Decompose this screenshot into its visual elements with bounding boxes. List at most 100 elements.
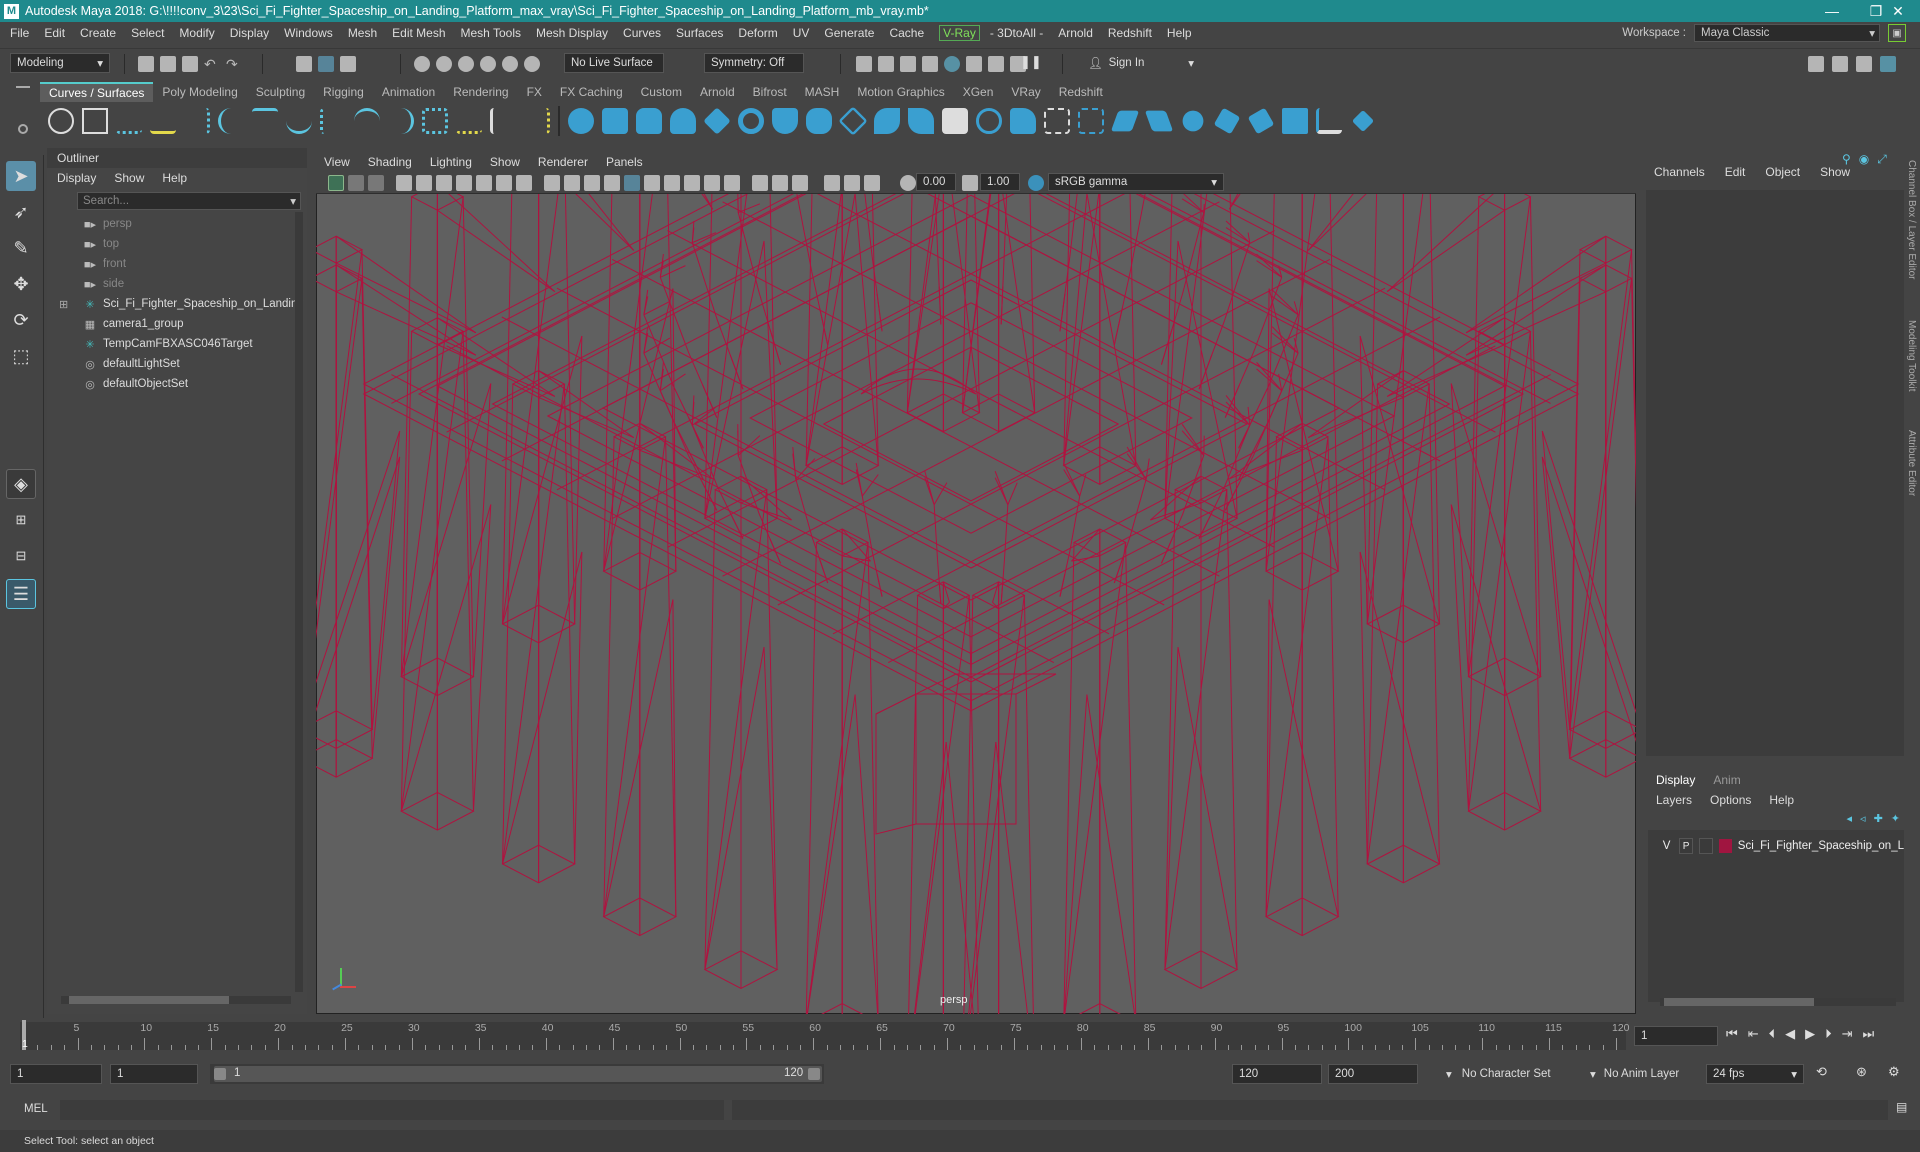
channel-menu-channels[interactable]: Channels xyxy=(1654,165,1705,179)
tab-poly-modeling[interactable]: Poly Modeling xyxy=(153,82,246,102)
tab-channel-box-layer-editor[interactable]: Channel Box / Layer Editor xyxy=(1906,160,1917,280)
detach-curves-icon[interactable] xyxy=(320,108,346,134)
outliner-item[interactable]: ■▸ persp xyxy=(47,214,307,234)
snap-curve-icon[interactable] xyxy=(436,56,452,72)
animation-end-field[interactable]: 200 xyxy=(1328,1064,1418,1084)
tab-modeling-toolkit[interactable]: Modeling Toolkit xyxy=(1906,320,1917,392)
go-to-start-icon[interactable]: ⏮ xyxy=(1726,1026,1738,1042)
channel-menu-object[interactable]: Object xyxy=(1765,165,1800,179)
nurbs-cone-icon[interactable] xyxy=(670,108,696,134)
select-component-icon[interactable] xyxy=(340,56,356,72)
render-settings-icon[interactable] xyxy=(922,56,938,72)
four-view-layout-icon[interactable]: ⊞ xyxy=(6,505,36,535)
exposure-icon[interactable] xyxy=(900,175,916,191)
outliner-item[interactable]: ◎ defaultObjectSet xyxy=(47,374,307,394)
tab-custom[interactable]: Custom xyxy=(632,82,691,102)
resolution-gate-icon[interactable] xyxy=(496,175,512,191)
single-perspective-layout-icon[interactable]: ◈ xyxy=(6,469,36,499)
loop-icon[interactable]: ⟲ xyxy=(1816,1064,1827,1080)
menu-edit-mesh[interactable]: Edit Mesh xyxy=(392,26,445,40)
range-slider-track[interactable]: 1 120 xyxy=(210,1064,824,1084)
bookmarks-icon[interactable] xyxy=(368,175,384,191)
bend-curve-icon[interactable] xyxy=(490,108,516,134)
textured-icon[interactable] xyxy=(664,175,680,191)
lock-icon[interactable]: ▣ xyxy=(1888,24,1906,42)
channel-menu-show[interactable]: Show xyxy=(1820,165,1850,179)
field-chart-icon[interactable] xyxy=(544,175,560,191)
color-space-dropdown[interactable]: sRGB gamma ▾ xyxy=(1048,173,1224,191)
nurbs-torus-icon[interactable] xyxy=(738,108,764,134)
snap-magnet-icon[interactable] xyxy=(524,56,540,72)
wireframe-on-shaded-icon[interactable] xyxy=(644,175,660,191)
ep-curve-tool-icon[interactable] xyxy=(150,108,176,134)
save-scene-icon[interactable] xyxy=(182,56,198,72)
attribute-editor-toggle-icon[interactable] xyxy=(1856,56,1872,72)
tab-rendering[interactable]: Rendering xyxy=(444,82,517,102)
playback-start-field[interactable]: 1 xyxy=(110,1064,198,1084)
nurbs-square-icon[interactable] xyxy=(82,108,108,134)
menu-create[interactable]: Create xyxy=(80,26,116,40)
animation-preferences-icon[interactable]: ⚙ xyxy=(1888,1064,1900,1080)
rebuild-curve-icon[interactable] xyxy=(422,108,448,134)
outliner-hscrollbar[interactable] xyxy=(61,996,291,1004)
snap-grid-icon[interactable] xyxy=(414,56,430,72)
menu-vray[interactable]: V-Ray xyxy=(939,25,980,41)
expand-icon[interactable]: ⊞ xyxy=(59,298,68,311)
smooth-shade-icon[interactable] xyxy=(624,175,640,191)
tab-fx-caching[interactable]: FX Caching xyxy=(551,82,632,102)
shadows-icon[interactable] xyxy=(704,175,720,191)
layer-hscrollbar[interactable] xyxy=(1660,998,1896,1006)
detach-surfaces-icon[interactable] xyxy=(1213,107,1241,135)
menu-cache[interactable]: Cache xyxy=(889,26,924,40)
render-frame-icon[interactable] xyxy=(878,56,894,72)
vray-render-icon[interactable] xyxy=(966,56,982,72)
tab-display-layers[interactable]: Display xyxy=(1656,773,1695,787)
pencil-curve-tool-icon[interactable] xyxy=(184,108,210,134)
expand-icon[interactable]: ⤢ xyxy=(1877,152,1887,166)
modeling-toolkit-toggle-icon[interactable] xyxy=(1808,56,1824,72)
snap-view-plane-icon[interactable] xyxy=(480,56,496,72)
play-forward-icon[interactable]: ▶ xyxy=(1805,1026,1815,1042)
time-slider-track[interactable]: 5 10 15 20 25 30 35 40 45 50 55 60 65 70 75 80 85 90 95 100… xyxy=(20,1022,1630,1050)
range-end-grip[interactable] xyxy=(808,1068,820,1080)
step-back-key-icon[interactable]: ⇤ xyxy=(1748,1026,1759,1042)
untrim-icon[interactable] xyxy=(1144,110,1174,132)
outliner-item[interactable]: ▦ camera1_group xyxy=(47,314,307,334)
attribute-icon[interactable]: ◉ xyxy=(1859,152,1869,166)
intersect-surfaces-icon[interactable] xyxy=(1044,108,1070,134)
play-backward-icon[interactable]: ◀ xyxy=(1785,1026,1795,1042)
new-scene-icon[interactable] xyxy=(138,56,154,72)
range-slider-handle[interactable] xyxy=(214,1066,822,1082)
select-camera-icon[interactable] xyxy=(328,175,344,191)
sign-in-button[interactable]: 👤︎ Sign In ▾ xyxy=(1082,53,1200,73)
move-layer-down-icon[interactable]: ◃ xyxy=(1860,812,1866,825)
tab-fx[interactable]: FX xyxy=(518,82,551,102)
channel-box-body[interactable] xyxy=(1646,190,1904,756)
new-layer-selected-icon[interactable]: ✦ xyxy=(1891,812,1900,825)
layer-visibility-toggle[interactable]: V xyxy=(1660,840,1673,852)
outliner-item[interactable]: ■▸ top xyxy=(47,234,307,254)
layer-menu-options[interactable]: Options xyxy=(1710,793,1751,807)
planar-icon[interactable] xyxy=(838,106,868,136)
layer-type-toggle[interactable] xyxy=(1698,838,1713,854)
outliner-item[interactable]: ✳ TempCamFBXASC046Target xyxy=(47,334,307,354)
attach-surfaces-icon[interactable] xyxy=(1182,110,1204,132)
manipulator-icon[interactable]: ⚲ xyxy=(1842,152,1851,166)
select-tool-icon[interactable]: ➤ xyxy=(6,161,36,191)
command-input[interactable] xyxy=(60,1100,724,1120)
outliner-item[interactable]: ■▸ side xyxy=(47,274,307,294)
camera-attributes-icon[interactable] xyxy=(348,175,364,191)
scroll-thumb[interactable] xyxy=(69,996,229,1004)
step-forward-frame-icon[interactable]: ⏵ xyxy=(1825,1026,1832,1042)
tab-vray[interactable]: VRay xyxy=(1002,82,1049,102)
layer-color-swatch[interactable] xyxy=(1718,839,1732,853)
auto-key-icon[interactable]: ⊛ xyxy=(1856,1064,1867,1080)
current-frame-field[interactable]: 1 xyxy=(1634,1026,1718,1046)
insert-isoparms-icon[interactable] xyxy=(1282,108,1308,134)
workspace-dropdown[interactable]: Maya Classic ▾ xyxy=(1694,24,1880,42)
sculpt-geometry-icon[interactable] xyxy=(1316,108,1342,134)
x-ray-joints-icon[interactable] xyxy=(864,175,880,191)
tab-animation[interactable]: Animation xyxy=(373,82,444,102)
redo-icon[interactable]: ↷ xyxy=(226,56,242,72)
symmetry-field[interactable]: Symmetry: Off xyxy=(704,53,804,73)
